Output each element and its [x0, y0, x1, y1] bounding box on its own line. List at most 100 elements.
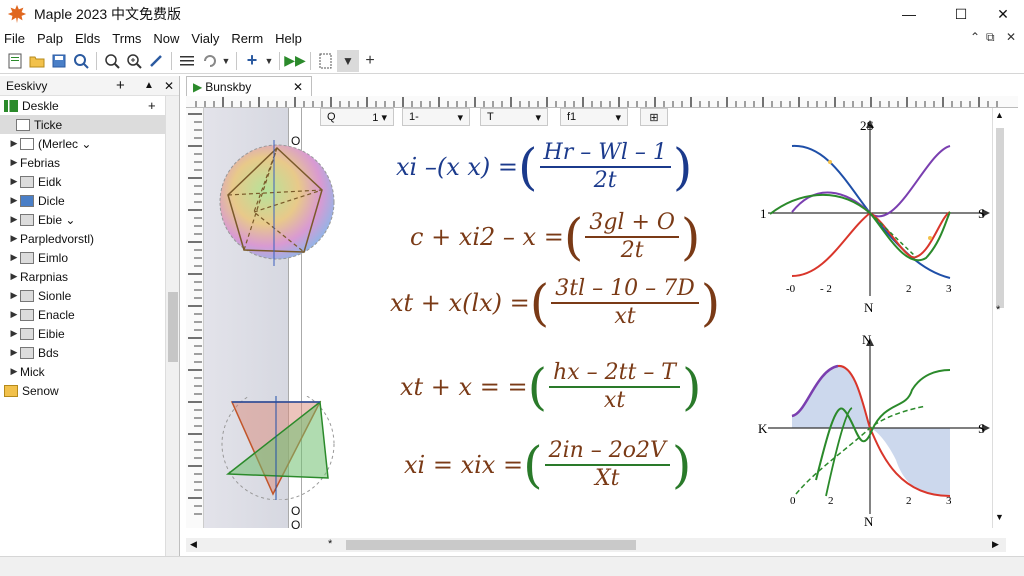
menu-rerm[interactable]: Rerm — [225, 31, 269, 46]
menu-help[interactable]: Help — [269, 31, 308, 46]
palette-item[interactable]: ▶ Mick — [0, 362, 179, 381]
filter-icon[interactable]: ▼ — [337, 49, 359, 72]
palette-item[interactable]: ▶ (Merlec ⌄ — [0, 134, 179, 153]
menu-now[interactable]: Now — [147, 31, 185, 46]
expand-arrow-icon[interactable]: ▶ — [8, 138, 20, 149]
equation-lhs: xt + x = = — [400, 373, 528, 401]
palette-item[interactable]: Ticke — [0, 115, 179, 134]
left-paren: ( — [518, 138, 538, 196]
zoom-in-icon[interactable] — [123, 50, 145, 72]
equation[interactable]: xi = xix =(2in – 2o2V Xt) — [404, 438, 691, 492]
expand-arrow-icon[interactable]: ▶ — [8, 309, 20, 320]
equation[interactable]: xt + x(lx) =(3tl – 10 – 7D xt) — [390, 276, 720, 330]
plot-top-label-right: S — [978, 206, 985, 221]
palette-item[interactable]: ▶ Eidk — [0, 172, 179, 191]
equation[interactable]: c + xi2 – x =(3gl + O 2t) — [410, 210, 700, 264]
equation[interactable]: xt + x = =(hx – 2tt – T xt) — [400, 360, 702, 414]
numerator: 3tl – 10 – 7D — [555, 276, 695, 301]
zoom-icon[interactable] — [101, 50, 123, 72]
palette-root[interactable]: Deskle + — [0, 96, 179, 115]
palette-item-label: Eimlo — [38, 250, 69, 265]
palette-item[interactable]: ▶ Eibie — [0, 324, 179, 343]
menu-trms[interactable]: Trms — [106, 31, 147, 46]
palette-item-label: Febrias — [20, 155, 61, 170]
palette-item[interactable]: ▶ Bds — [0, 343, 179, 362]
mdi-close-button[interactable]: ✕ — [1006, 30, 1016, 44]
style-dropdown[interactable]: 1- ▾ — [402, 108, 470, 126]
expand-arrow-icon[interactable]: ▶ — [8, 252, 20, 263]
print-preview-icon[interactable] — [70, 50, 92, 72]
expand-arrow-icon[interactable]: ▶ — [8, 328, 20, 339]
scroll-right-icon[interactable]: ▶ — [992, 539, 999, 550]
add-icon[interactable]: + — [241, 50, 263, 72]
minimize-button[interactable]: — — [886, 0, 932, 28]
expand-arrow-icon[interactable]: ▶ — [8, 157, 20, 168]
expand-arrow-icon[interactable]: ▶ — [8, 271, 20, 282]
zoom-dropdown[interactable]: Q 1 ▾ — [320, 108, 394, 126]
horizontal-scroll-thumb[interactable] — [346, 540, 636, 550]
equation[interactable]: xi –(x x) =(Hr – Wl – 1 2t) — [396, 140, 692, 194]
mdi-restore-button[interactable]: ⌃ — [970, 30, 980, 44]
expand-arrow-icon[interactable]: ▶ — [8, 214, 20, 225]
maximize-button[interactable]: ☐ — [938, 0, 984, 28]
expand-arrow-icon[interactable]: ▶ — [8, 290, 20, 301]
list-icon[interactable] — [176, 50, 198, 72]
palette-footer[interactable]: Senow — [0, 381, 179, 400]
expand-arrow-icon[interactable]: ▶ — [8, 347, 20, 358]
palette-add-button[interactable]: + — [116, 77, 125, 94]
grid-button[interactable]: ⊞ — [640, 108, 668, 126]
document-tab-close[interactable]: ✕ — [293, 80, 303, 94]
document-settings-icon[interactable] — [315, 50, 337, 72]
fraction: (3gl + O 2t) — [564, 210, 701, 264]
pen-icon[interactable] — [145, 50, 167, 72]
plot-top-tick: 3 — [946, 283, 952, 295]
palette-item[interactable]: ▶ Dicle — [0, 191, 179, 210]
sphere-figure — [219, 140, 335, 266]
new-document-icon[interactable] — [4, 50, 26, 72]
document-vertical-scrollbar[interactable]: ▲ * ▼ — [992, 108, 1006, 528]
plot-top[interactable]: 2S 1 S N -0 - 2 2 3 — [756, 112, 992, 316]
document-horizontal-scrollbar[interactable]: ◀ * ▶ — [186, 538, 1006, 552]
undo-icon[interactable] — [198, 50, 220, 72]
scroll-down-icon[interactable]: ▼ — [995, 512, 1004, 522]
palette-item-icon — [20, 346, 34, 359]
palette-scrollbar[interactable] — [165, 96, 179, 556]
menu-vialy[interactable]: Vialy — [185, 31, 225, 46]
menu-elds[interactable]: Elds — [69, 31, 106, 46]
menu-file[interactable]: File — [0, 31, 31, 46]
palette-item[interactable]: ▶ Eimlo — [0, 248, 179, 267]
close-button[interactable]: ✕ — [980, 0, 1024, 28]
document-tab[interactable]: ▶ Bunskby ✕ — [186, 76, 312, 96]
toolbar-divider — [310, 51, 311, 70]
palette-root-plus[interactable]: + — [148, 98, 156, 113]
palette-close-button[interactable]: ✕ — [164, 79, 174, 93]
left-paren: ( — [529, 274, 550, 332]
palette-item[interactable]: ▶ Enacle — [0, 305, 179, 324]
open-folder-icon[interactable] — [26, 50, 48, 72]
size-dropdown[interactable]: f1 ▾ — [560, 108, 628, 126]
palette-item[interactable]: ▶ Parpledvorstl) — [0, 229, 179, 248]
add-dropdown-icon[interactable]: ▼ — [263, 50, 275, 72]
scroll-up-icon[interactable]: ▲ — [995, 110, 1004, 120]
palette-item[interactable]: ▶ Rarpnias — [0, 267, 179, 286]
undo-dropdown-icon[interactable]: ▼ — [220, 50, 232, 72]
expand-arrow-icon[interactable]: ▶ — [8, 195, 20, 206]
menu-palp[interactable]: Palp — [31, 31, 69, 46]
palette-item[interactable]: ▶ Sionle — [0, 286, 179, 305]
expand-arrow-icon[interactable]: ▶ — [8, 233, 20, 244]
save-icon[interactable] — [48, 50, 70, 72]
expand-arrow-icon[interactable]: ▶ — [8, 366, 20, 377]
font-dropdown[interactable]: T ▾ — [480, 108, 548, 126]
palette-scroll-thumb[interactable] — [168, 292, 178, 362]
scroll-left-icon[interactable]: ◀ — [190, 539, 197, 550]
plus-icon[interactable]: + — [359, 50, 381, 72]
execute-icon[interactable]: ▶▶ — [284, 50, 306, 72]
mdi-copy-button[interactable]: ⧉ — [986, 30, 995, 45]
plot-bottom[interactable]: N K S N 0 2 2 3 — [756, 330, 992, 530]
palette-item[interactable]: ▶ Febrias — [0, 153, 179, 172]
palette-item[interactable]: ▶ Ebie ⌄ — [0, 210, 179, 229]
palette-pin-icon[interactable]: ▲ — [144, 80, 154, 91]
expand-arrow-icon[interactable]: ▶ — [8, 176, 20, 187]
palette-item-icon — [20, 194, 34, 207]
vertical-scroll-thumb[interactable] — [996, 128, 1004, 308]
